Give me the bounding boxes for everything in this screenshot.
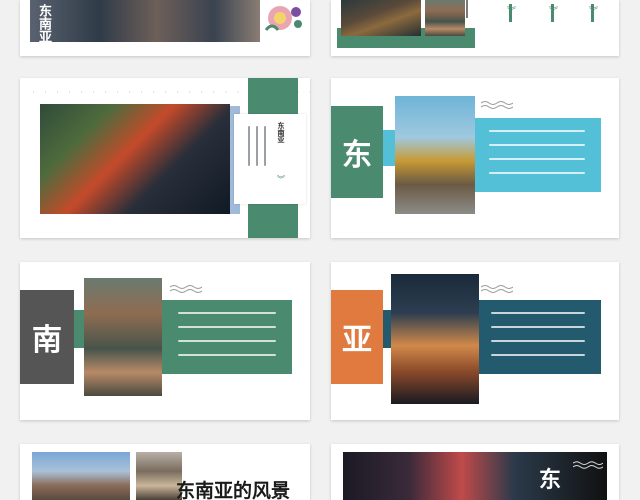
- text-line: [178, 326, 276, 328]
- card-text-line: [264, 126, 266, 166]
- chevron-down-icon: ︾: [507, 7, 517, 17]
- text-line: [491, 326, 585, 328]
- slide-thumbnail-8[interactable]: 东: [331, 444, 619, 500]
- street-photo: [341, 0, 421, 36]
- wave-icon: [481, 285, 513, 293]
- slide-thumbnail-6[interactable]: 亚: [331, 262, 619, 420]
- text-line: [178, 354, 276, 356]
- char-block: 南: [20, 290, 74, 384]
- city-photo: [32, 452, 130, 500]
- slide-thumbnail-4[interactable]: 东: [331, 78, 619, 238]
- card-heading: 东南亚: [277, 122, 286, 143]
- card-text-line: [256, 126, 258, 166]
- slide-title: 东南亚: [36, 4, 51, 43]
- text-line: [489, 144, 585, 146]
- slide-title: 东南亚的风景: [176, 480, 291, 500]
- char-block: 亚: [331, 290, 383, 384]
- wave-icon: [573, 461, 603, 469]
- wave-icon: [481, 101, 513, 109]
- chevron-down-icon: ︾: [549, 7, 559, 17]
- text-line: [489, 172, 585, 174]
- lantern-street-photo: [391, 274, 479, 404]
- tram-photo: [395, 96, 475, 214]
- char-block: 东: [331, 106, 383, 198]
- slide-char: 东: [539, 467, 562, 493]
- vertical-text-col: [466, 0, 476, 18]
- chevron-down-icon: ︾: [589, 7, 599, 17]
- flower-illustration: [258, 0, 308, 42]
- slide-thumbnail-2[interactable]: ︾ ︾ ︾: [331, 0, 619, 56]
- card-text-line: [248, 126, 250, 166]
- slide-thumbnail-5[interactable]: 南: [20, 262, 310, 420]
- chevron-down-icon: ︾: [277, 175, 285, 184]
- text-line: [491, 340, 585, 342]
- text-line: [489, 158, 585, 160]
- green-block-top: [248, 78, 298, 114]
- slide-thumbnail-3[interactable]: · · · · · · · · · · · · · · · · · · · · …: [20, 78, 310, 238]
- crowd-photo: [30, 0, 260, 42]
- green-block-bottom: [248, 204, 298, 238]
- text-card: [234, 114, 306, 204]
- temple-photo: [40, 104, 230, 214]
- text-line: [491, 312, 585, 314]
- text-line: [178, 312, 276, 314]
- market-photo: [84, 278, 162, 396]
- market-photo: [425, 0, 465, 36]
- text-line: [489, 130, 585, 132]
- slide-thumbnail-1[interactable]: 东南亚: [20, 0, 310, 56]
- neon-street-photo: [343, 452, 607, 500]
- text-line: [491, 354, 585, 356]
- slide-thumbnail-7[interactable]: 东南亚的风景: [20, 444, 310, 500]
- wave-icon: [170, 285, 202, 293]
- text-line: [178, 340, 276, 342]
